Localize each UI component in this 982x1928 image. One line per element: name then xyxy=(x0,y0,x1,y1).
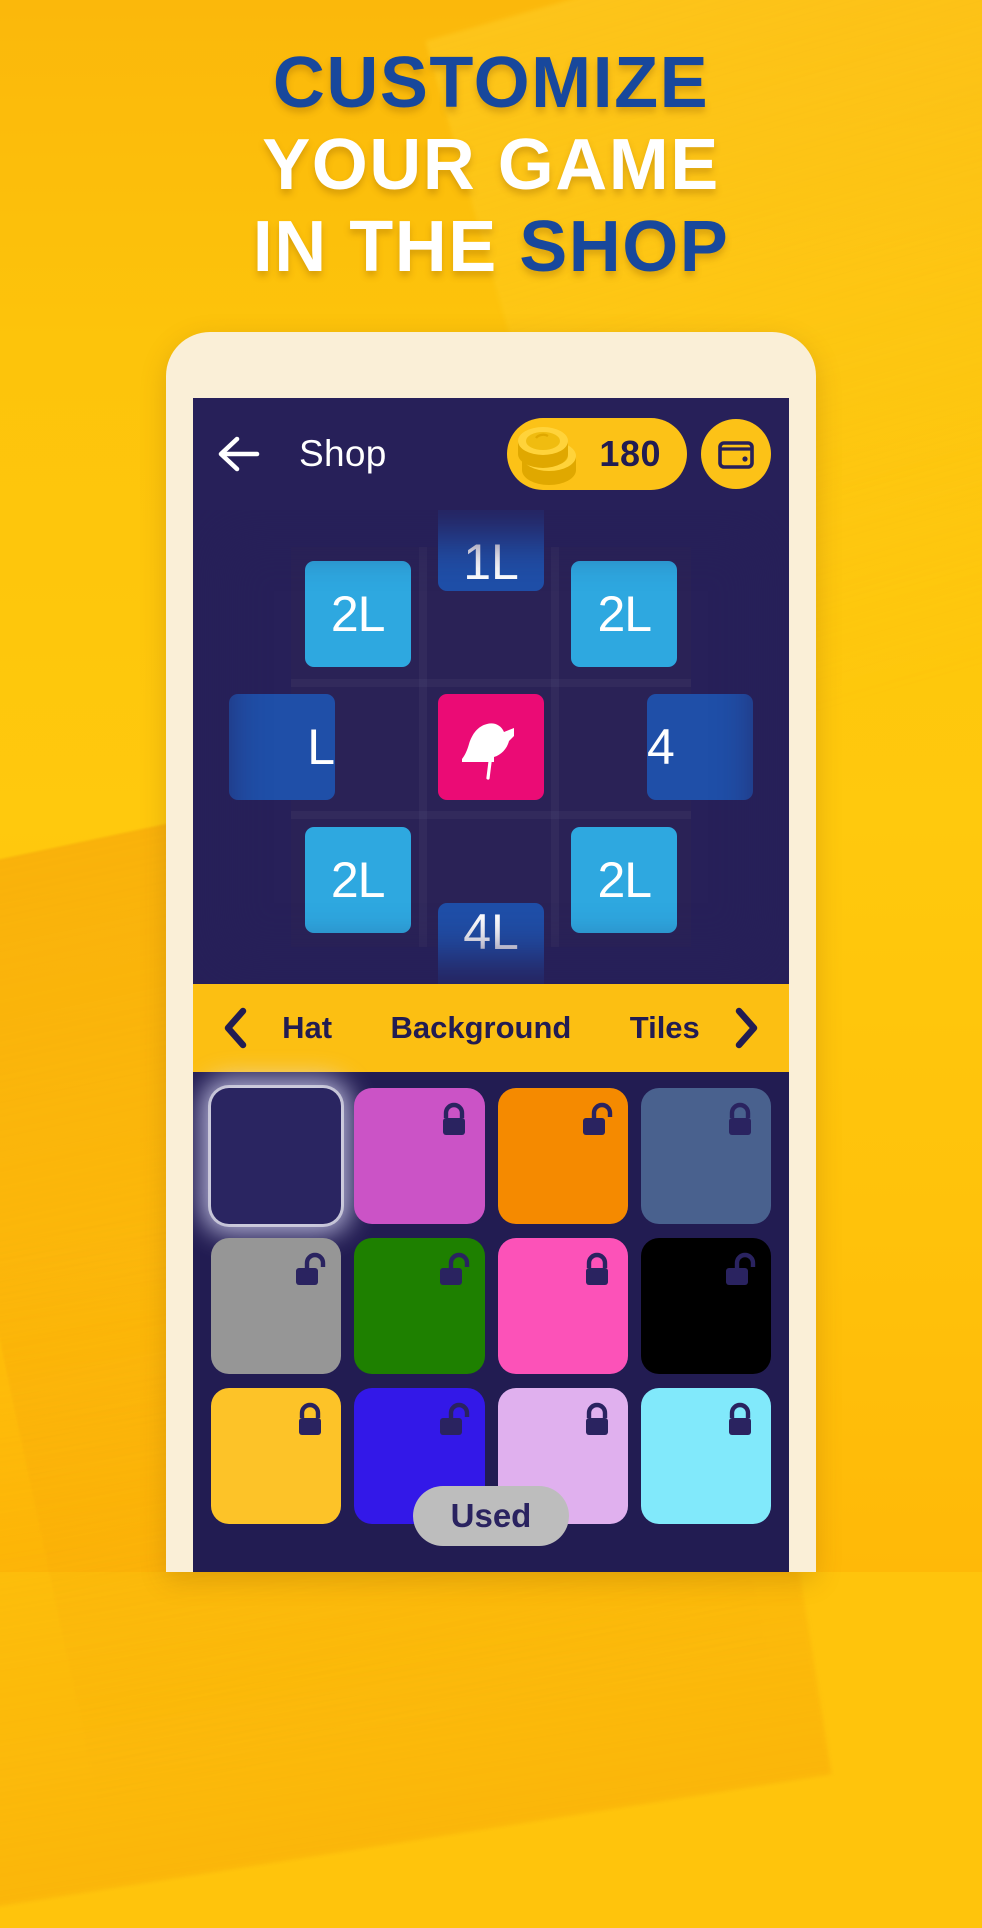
board-grid: 2L 2L 2L 2L 1L 4L L 4 xyxy=(229,510,753,984)
board-tile-edge-right: 4 xyxy=(647,694,753,800)
lock-closed-icon xyxy=(442,1102,465,1135)
board-preview: 2L 2L 2L 2L 1L 4L L 4 xyxy=(193,510,789,984)
wallet-button[interactable] xyxy=(701,419,771,489)
tab-hat[interactable]: Hat xyxy=(274,1006,340,1050)
board-tile: 2L xyxy=(571,827,678,934)
board-cell: 2L xyxy=(558,547,691,680)
headline-line-1: CUSTOMIZE xyxy=(272,43,710,123)
promo-headline: CUSTOMIZE YOUR GAME IN THE SHOP xyxy=(0,42,982,288)
lock-open-icon xyxy=(726,1252,756,1285)
lock-closed-icon xyxy=(585,1252,608,1285)
used-button: Used xyxy=(412,1486,570,1546)
swatch-3[interactable] xyxy=(640,1088,771,1224)
board-tile-bird xyxy=(437,693,544,800)
lock-open-icon xyxy=(582,1102,612,1135)
headline-line-3: IN THE SHOP xyxy=(0,206,982,288)
board-tile-edge-left: L xyxy=(229,694,335,800)
wallet-icon xyxy=(718,441,754,469)
swatch-2[interactable] xyxy=(497,1088,628,1224)
category-tabbar: Hat Background Tiles xyxy=(193,984,789,1072)
lock-closed-icon xyxy=(729,1402,751,1435)
lock-closed-icon xyxy=(729,1102,751,1135)
swatch-4[interactable] xyxy=(211,1238,342,1374)
board-tile-edge-bottom: 4L xyxy=(438,903,544,984)
coin-balance-pill[interactable]: 180 xyxy=(507,418,687,490)
headline-line-3-white: IN THE xyxy=(252,207,520,287)
board-cell: 2L xyxy=(291,814,424,947)
swatch-area: Used xyxy=(193,1072,789,1572)
board-cell xyxy=(424,680,557,813)
chevron-left-icon[interactable] xyxy=(219,1005,253,1051)
phone-mockup: Shop 180 2L 2L 2L 2L 1L 4L L 4 Hat Backg… xyxy=(166,332,816,1572)
tab-list: Hat Background Tiles xyxy=(253,1006,729,1050)
swatch-0[interactable] xyxy=(211,1088,342,1224)
used-button-wrap: Used xyxy=(193,1486,789,1546)
board-cell: 2L xyxy=(291,547,424,680)
lock-open-icon xyxy=(296,1252,326,1285)
tab-background[interactable]: Background xyxy=(382,1006,579,1050)
board-cell: 2L xyxy=(558,814,691,947)
swatch-5[interactable] xyxy=(354,1238,485,1374)
lock-closed-icon xyxy=(585,1402,608,1435)
arrow-left-icon[interactable] xyxy=(215,430,263,478)
board-tile-edge-top: 1L xyxy=(438,510,544,591)
coin-count-label: 180 xyxy=(599,433,661,474)
headline-line-2: YOUR GAME xyxy=(262,125,720,205)
swatch-7[interactable] xyxy=(640,1238,771,1374)
board-tile: 2L xyxy=(304,827,411,934)
app-screen: Shop 180 2L 2L 2L 2L 1L 4L L 4 Hat Backg… xyxy=(193,398,789,1572)
board-tile: 2L xyxy=(571,560,678,667)
lock-open-icon xyxy=(439,1402,469,1435)
page-title: Shop xyxy=(299,433,387,474)
swatch-1[interactable] xyxy=(354,1088,485,1224)
coin-stack-icon xyxy=(518,427,577,485)
board-tile: 2L xyxy=(304,560,411,667)
chevron-right-icon[interactable] xyxy=(729,1005,763,1051)
headline-line-3-blue: SHOP xyxy=(519,207,730,287)
app-header: Shop 180 xyxy=(193,398,789,510)
lock-closed-icon xyxy=(299,1402,322,1435)
lock-open-icon xyxy=(439,1252,469,1285)
swatch-6[interactable] xyxy=(497,1238,628,1374)
tab-tiles[interactable]: Tiles xyxy=(622,1006,708,1050)
bird-icon xyxy=(461,723,514,780)
swatch-grid xyxy=(211,1088,771,1524)
